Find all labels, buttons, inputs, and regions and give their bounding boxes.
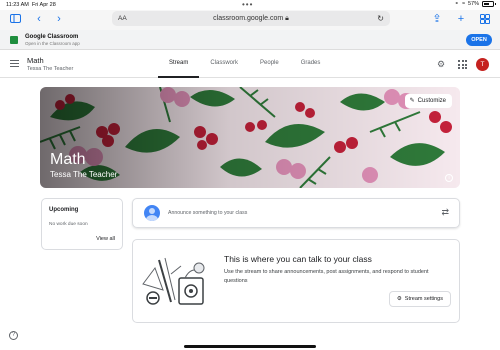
stream-settings-button[interactable]: ⚙ Stream settings bbox=[388, 291, 451, 307]
gear-icon: ⚙ bbox=[396, 296, 402, 302]
apps-grid-icon[interactable] bbox=[458, 60, 467, 69]
tab-stream[interactable]: Stream bbox=[158, 51, 200, 78]
classroom-header: Math Tessa The Teacher Stream Classwork … bbox=[0, 51, 500, 78]
customize-label: Customize bbox=[417, 98, 446, 104]
home-indicator[interactable] bbox=[184, 345, 316, 348]
user-avatar-icon bbox=[144, 205, 160, 221]
classroom-illustration bbox=[142, 257, 205, 305]
new-tab-icon[interactable]: + bbox=[454, 12, 468, 26]
multitask-dots-icon[interactable]: ••• bbox=[242, 0, 253, 9]
main-menu-icon[interactable] bbox=[10, 60, 19, 67]
classroom-app-icon bbox=[10, 36, 18, 44]
banner-class-name[interactable]: Math bbox=[50, 151, 86, 169]
app-banner-title: Google Classroom bbox=[25, 34, 79, 40]
view-all-link[interactable]: View all bbox=[96, 236, 115, 242]
tab-people[interactable]: People bbox=[249, 51, 290, 78]
status-date: Fri Apr 28 bbox=[31, 2, 56, 8]
forward-icon[interactable]: › bbox=[52, 12, 66, 26]
wifi-icon: ≈ bbox=[461, 1, 465, 7]
user-avatar[interactable]: T bbox=[476, 58, 489, 71]
pencil-icon: ✎ bbox=[409, 98, 415, 104]
customize-button[interactable]: ✎ Customize bbox=[404, 94, 452, 108]
class-banner: Math Tessa The Teacher ✎ Customize i bbox=[40, 87, 460, 188]
sidebar-icon[interactable] bbox=[8, 12, 22, 26]
battery-icon bbox=[482, 1, 496, 7]
repost-icon[interactable]: ⇄ bbox=[441, 207, 449, 218]
banner-teacher: Tessa The Teacher bbox=[50, 170, 118, 179]
upcoming-card: Upcoming No work due soon View all bbox=[41, 198, 123, 250]
class-info-icon[interactable]: i bbox=[445, 174, 453, 182]
upcoming-empty-text: No work due soon bbox=[49, 222, 88, 227]
share-icon[interactable]: ⇪ bbox=[430, 12, 444, 26]
tab-grades[interactable]: Grades bbox=[290, 51, 332, 78]
open-app-button[interactable]: OPEN bbox=[466, 34, 492, 46]
back-icon[interactable]: ‹ bbox=[32, 12, 46, 26]
announce-box[interactable]: Announce something to your class ⇄ bbox=[132, 198, 460, 228]
signal-icon: ⚬ bbox=[454, 1, 459, 7]
lock-icon: 🔒︎ bbox=[285, 15, 289, 22]
status-right: ⚬ ≈ 57% bbox=[454, 1, 496, 7]
battery-percent: 57% bbox=[467, 1, 479, 7]
stream-intro-card: This is where you can talk to your class… bbox=[132, 239, 460, 323]
stream-intro-description: Use the stream to share announcements, p… bbox=[224, 269, 429, 284]
announce-placeholder[interactable]: Announce something to your class bbox=[168, 210, 247, 216]
class-name[interactable]: Math bbox=[27, 56, 44, 65]
status-bar: 11:23 AM Fri Apr 28 ••• ⚬ ≈ 57% bbox=[0, 0, 500, 10]
upcoming-heading: Upcoming bbox=[49, 207, 79, 213]
stream-settings-label: Stream settings bbox=[404, 296, 443, 302]
stream-intro-title: This is where you can talk to your class bbox=[224, 254, 372, 264]
url-text: classroom.google.com 🔒︎ bbox=[213, 15, 289, 22]
address-bar[interactable]: AA classroom.google.com 🔒︎ ↻ bbox=[112, 11, 390, 26]
class-tabs: Stream Classwork People Grades bbox=[158, 51, 331, 78]
settings-gear-icon[interactable]: ⚙ bbox=[437, 59, 445, 70]
tabs-overview-icon[interactable] bbox=[478, 12, 492, 26]
reload-icon[interactable]: ↻ bbox=[377, 11, 384, 26]
app-banner-subtitle: Open in the Classroom app bbox=[25, 41, 80, 46]
browser-toolbar: ‹ › AA classroom.google.com 🔒︎ ↻ ⇪ + bbox=[0, 10, 500, 30]
help-icon[interactable]: ? bbox=[9, 331, 18, 340]
status-time: 11:23 AM Fri Apr 28 bbox=[6, 2, 56, 8]
class-teacher: Tessa The Teacher bbox=[27, 66, 74, 72]
tab-classwork[interactable]: Classwork bbox=[199, 51, 249, 78]
app-banner: Google Classroom Open in the Classroom a… bbox=[0, 30, 500, 50]
